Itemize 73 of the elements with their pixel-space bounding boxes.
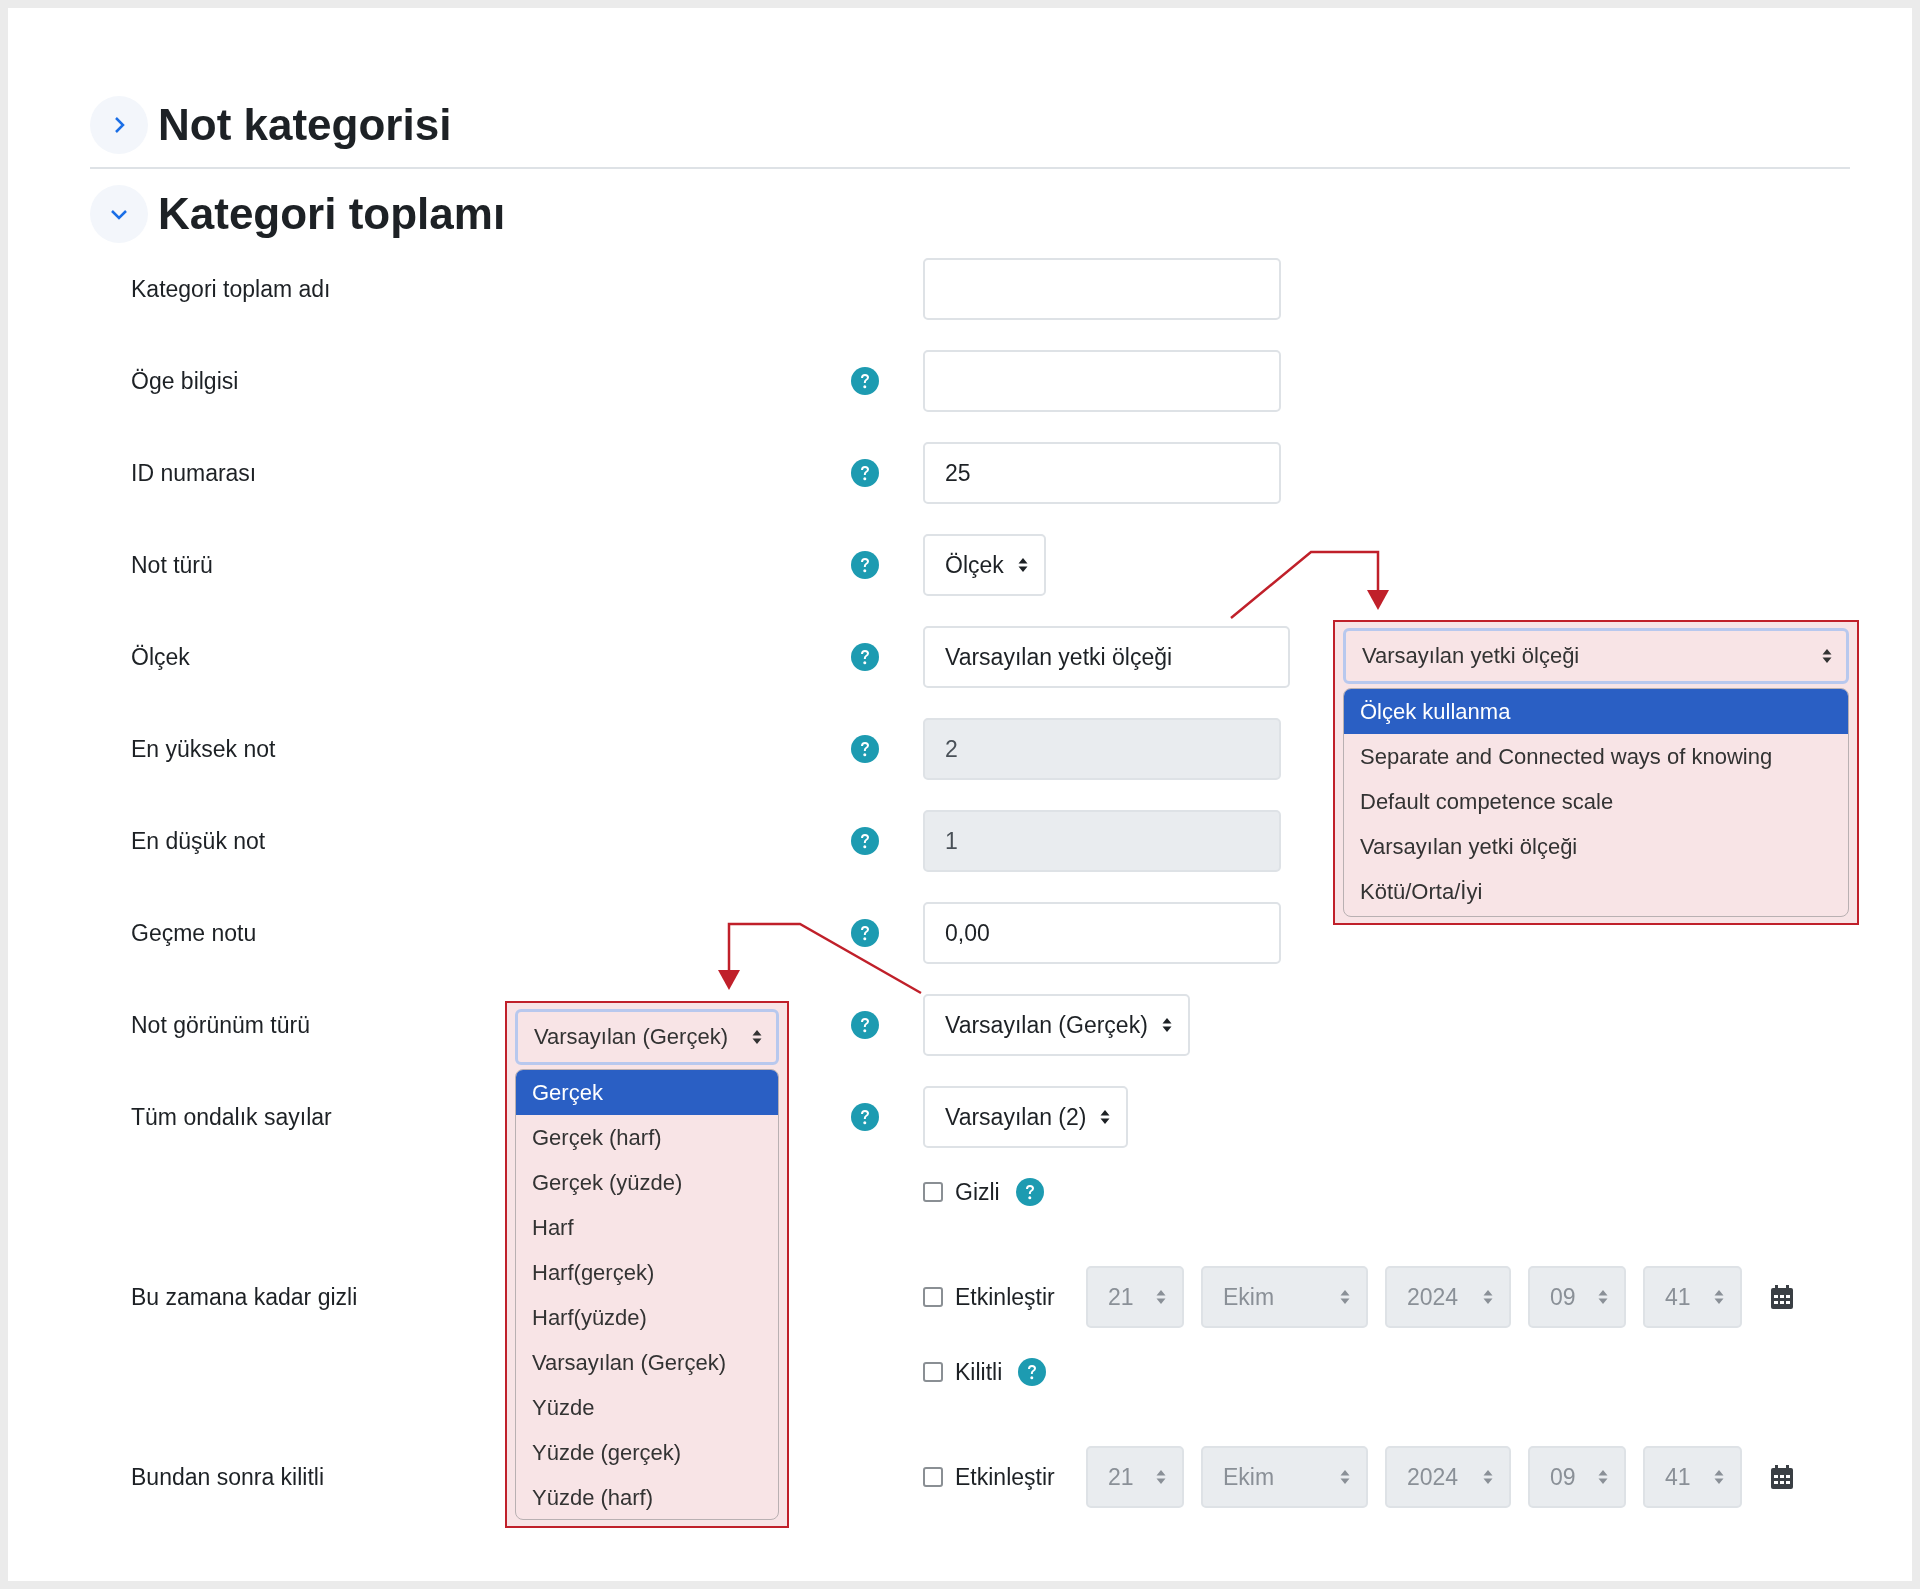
dropdown-option[interactable]: Yüzde (harf) xyxy=(516,1475,778,1519)
caret-icon xyxy=(1483,1469,1493,1485)
select-dropdown[interactable]: Varsayılan (2) xyxy=(923,1086,1129,1148)
help-icon[interactable] xyxy=(851,643,879,671)
field-label: Not türü xyxy=(131,551,213,579)
dropdown-option[interactable]: Default competence scale xyxy=(1344,779,1848,824)
checkbox[interactable] xyxy=(923,1467,943,1487)
caret-icon xyxy=(1483,1289,1493,1305)
caret-icon xyxy=(1100,1109,1111,1125)
caret-icon xyxy=(1714,1469,1724,1485)
checkbox[interactable] xyxy=(923,1287,943,1307)
checkbox-label: Gizli xyxy=(955,1178,1000,1206)
caret-icon xyxy=(1340,1469,1350,1485)
checkbox[interactable] xyxy=(923,1182,943,1202)
dropdown-option[interactable]: Harf(yüzde) xyxy=(516,1295,778,1340)
text-field[interactable]: 0,00 xyxy=(923,902,1281,964)
select-dropdown[interactable]: Varsayılan (Gerçek) xyxy=(515,1009,779,1065)
dropdown-option[interactable]: Harf xyxy=(516,1205,778,1250)
caret-icon xyxy=(1156,1469,1166,1485)
help-icon[interactable] xyxy=(851,1011,879,1039)
dropdown-option[interactable]: Kötü/Orta/İyi xyxy=(1344,869,1848,914)
dropdown-option[interactable]: Yüzde (gerçek) xyxy=(516,1430,778,1475)
caret-icon xyxy=(752,1029,762,1045)
caret-icon xyxy=(1340,1289,1350,1305)
caret-icon xyxy=(1156,1289,1166,1305)
dropdown-option[interactable]: Yüzde xyxy=(516,1385,778,1430)
field-label: Öge bilgisi xyxy=(131,367,239,395)
caret-icon xyxy=(1598,1289,1608,1305)
checkbox[interactable] xyxy=(923,1362,943,1382)
dropdown-option[interactable]: Gerçek (yüzde) xyxy=(516,1160,778,1205)
dropdown-option[interactable]: Gerçek (harf) xyxy=(516,1115,778,1160)
field-label: En düşük not xyxy=(131,827,266,855)
field-label: En yüksek not xyxy=(131,735,276,763)
dropdown-option[interactable]: Ölçek kullanma xyxy=(1344,689,1848,734)
section-title: Not kategorisi xyxy=(158,100,452,150)
help-icon[interactable] xyxy=(1015,1178,1044,1206)
field-label: Bundan sonra kilitli xyxy=(131,1463,325,1491)
help-icon[interactable] xyxy=(851,551,879,579)
checkbox-label: Kilitli xyxy=(955,1358,1003,1386)
checkbox-label: Etkinleştir xyxy=(955,1463,1055,1491)
select-dropdown[interactable]: Varsayılan yetki ölçeği xyxy=(1343,628,1849,684)
field-label: Not görünüm türü xyxy=(131,1011,310,1039)
help-icon[interactable] xyxy=(851,1103,879,1131)
help-icon[interactable] xyxy=(851,459,879,487)
field-label: Geçme notu xyxy=(131,919,257,947)
checkbox-label: Etkinleştir xyxy=(955,1283,1055,1311)
help-icon[interactable] xyxy=(851,919,879,947)
dropdown-option[interactable]: Separate and Connected ways of knowing xyxy=(1344,734,1848,779)
field-label: Kategori toplam adı xyxy=(131,275,331,303)
text-field[interactable]: 25 xyxy=(923,442,1281,504)
select-dropdown[interactable]: Varsayılan (Gerçek) xyxy=(923,994,1190,1056)
field-label: Tüm ondalık sayılar xyxy=(131,1103,332,1131)
help-icon[interactable] xyxy=(851,367,879,395)
text-field[interactable]: Varsayılan yetki ölçeği xyxy=(923,626,1290,688)
caret-icon xyxy=(1598,1469,1608,1485)
dropdown-option[interactable]: Gerçek xyxy=(516,1070,778,1115)
caret-icon xyxy=(1017,557,1028,573)
dropdown-option[interactable]: Harf(gerçek) xyxy=(516,1250,778,1295)
dropdown-option[interactable]: Varsayılan (Gerçek) xyxy=(516,1340,778,1385)
text-field[interactable] xyxy=(923,350,1281,412)
section-title: Kategori toplamı xyxy=(158,189,506,239)
calendar-icon[interactable] xyxy=(1771,1465,1793,1489)
caret-icon xyxy=(1161,1017,1172,1033)
field-label: Bu zamana kadar gizli xyxy=(131,1283,358,1311)
help-icon[interactable] xyxy=(1018,1358,1047,1386)
caret-icon xyxy=(1822,648,1832,664)
text-field[interactable] xyxy=(923,258,1281,320)
dropdown-option[interactable]: Varsayılan yetki ölçeği xyxy=(1344,824,1848,869)
select-dropdown[interactable]: Ölçek xyxy=(923,534,1046,596)
field-label: ID numarası xyxy=(131,459,257,487)
calendar-icon[interactable] xyxy=(1771,1285,1793,1309)
caret-icon xyxy=(1714,1289,1724,1305)
field-label: Ölçek xyxy=(131,643,190,671)
